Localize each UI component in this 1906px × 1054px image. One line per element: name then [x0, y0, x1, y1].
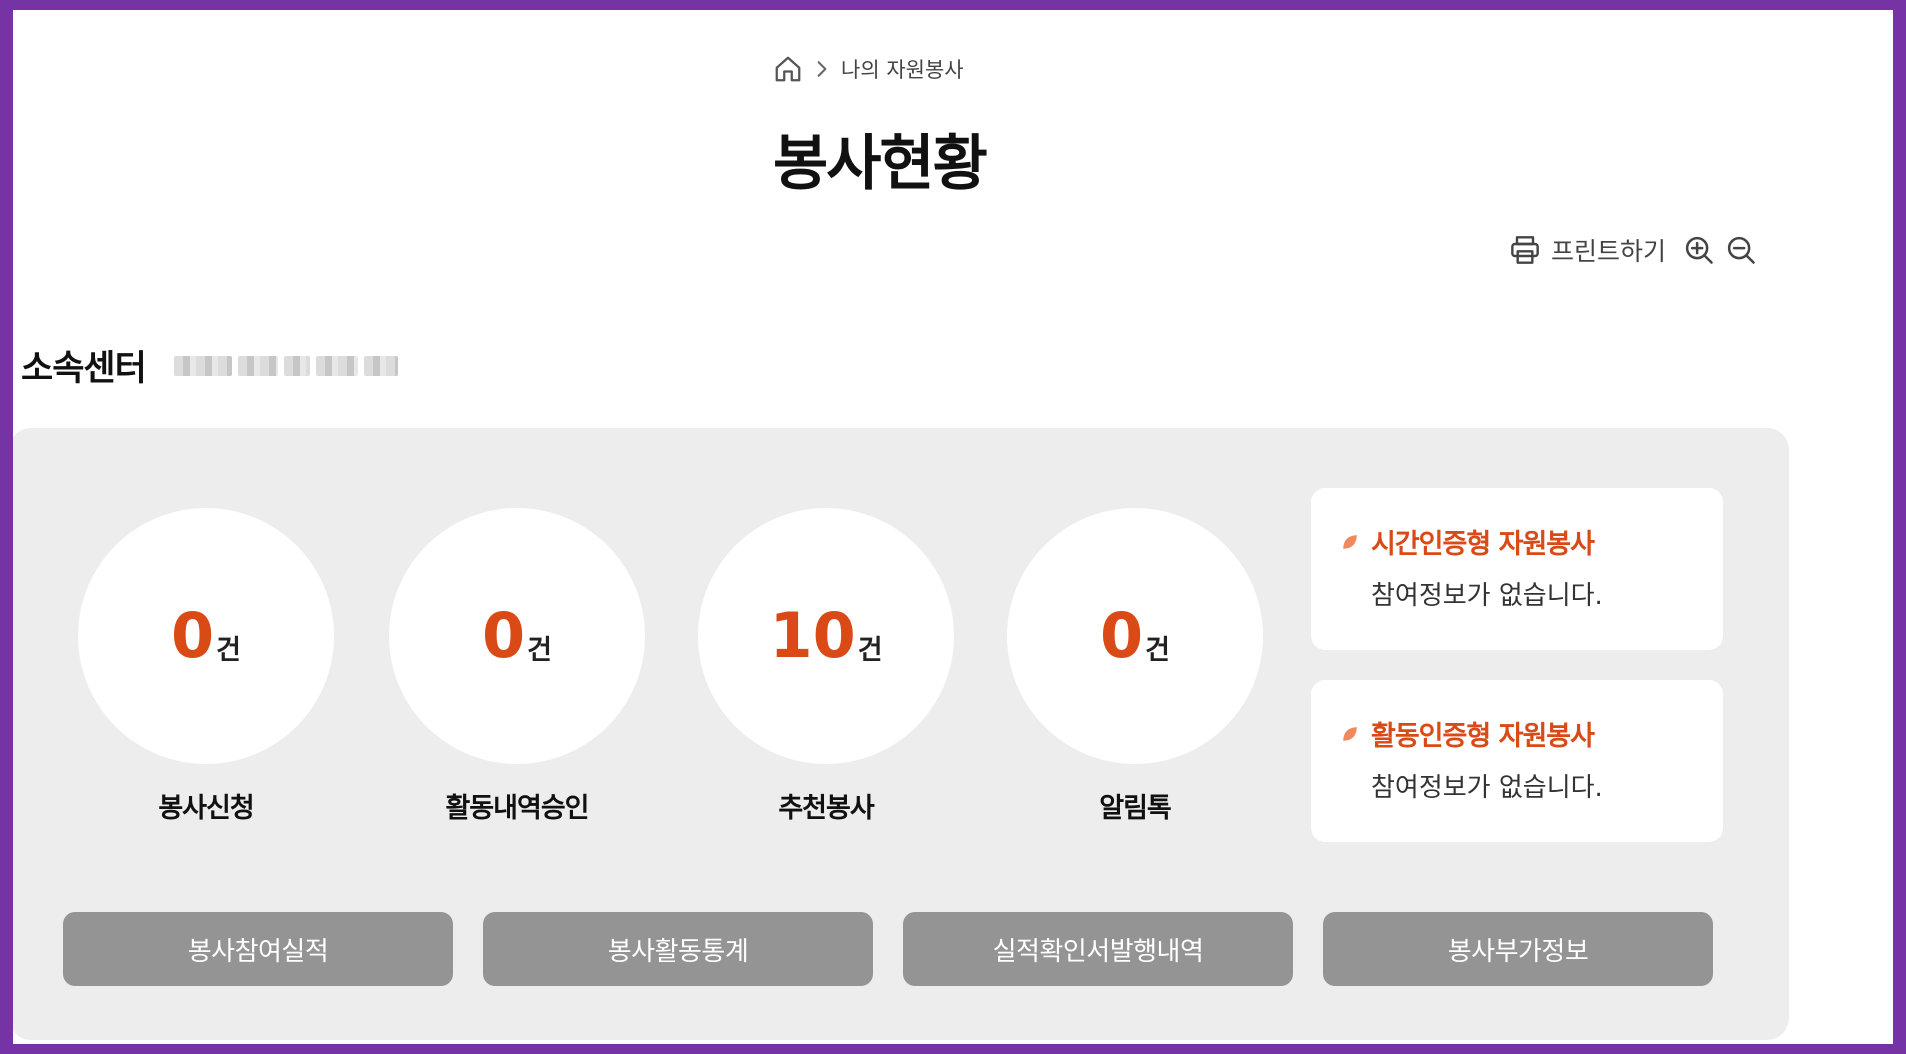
action-buttons: 봉사참여실적 봉사활동통계 실적확인서발행내역 봉사부가정보 — [63, 912, 1713, 986]
additional-info-button[interactable]: 봉사부가정보 — [1323, 912, 1713, 986]
stat-notification[interactable]: 0 건 알림톡 — [1007, 508, 1263, 825]
breadcrumb-current[interactable]: 나의 자원봉사 — [841, 54, 964, 84]
stat-label: 알림톡 — [1099, 793, 1172, 824]
stat-circle: 0 건 — [78, 508, 334, 764]
info-card-title: 활동인증형 자원봉사 — [1371, 721, 1595, 752]
stat-unit: 건 — [1145, 635, 1170, 666]
stat-unit: 건 — [857, 635, 883, 666]
info-card-title: 시간인증형 자원봉사 — [1371, 529, 1595, 560]
stat-value: 0 — [1100, 599, 1144, 672]
activity-statistics-button[interactable]: 봉사활동통계 — [483, 912, 873, 986]
certificate-history-button[interactable]: 실적확인서발행내역 — [903, 912, 1293, 986]
participation-record-button[interactable]: 봉사참여실적 — [63, 912, 453, 986]
info-card-body: 참여정보가 없습니다. — [1371, 773, 1603, 803]
info-card-body: 참여정보가 없습니다. — [1371, 581, 1603, 611]
stat-circle: 10 건 — [698, 508, 954, 764]
stat-value: 0 — [482, 599, 526, 672]
stat-application[interactable]: 0 건 봉사신청 — [78, 508, 334, 825]
home-icon[interactable] — [773, 54, 803, 84]
info-card-activity-certified[interactable]: 활동인증형 자원봉사 참여정보가 없습니다. — [1311, 680, 1723, 842]
chevron-right-icon — [815, 60, 829, 78]
zoom-in-icon[interactable] — [1684, 235, 1714, 265]
stat-label: 활동내역승인 — [445, 793, 589, 824]
stat-value: 0 — [171, 599, 215, 672]
page-tools: 프린트하기 — [1509, 232, 1756, 268]
stat-circle: 0 건 — [389, 508, 645, 764]
print-label: 프린트하기 — [1551, 237, 1667, 266]
stat-label: 봉사신청 — [158, 793, 254, 824]
printer-icon — [1509, 234, 1541, 266]
leaf-icon — [1341, 725, 1359, 743]
stat-recommended[interactable]: 10 건 추천봉사 — [698, 508, 954, 825]
stat-unit: 건 — [527, 635, 552, 666]
affiliated-center: 소속센터 — [21, 340, 398, 391]
stat-activity-approval[interactable]: 0 건 활동내역승인 — [389, 508, 645, 825]
center-value-blurred — [173, 355, 398, 376]
print-button[interactable]: 프린트하기 — [1509, 232, 1666, 268]
center-label: 소속센터 — [21, 349, 147, 389]
stat-circle: 0 건 — [1007, 508, 1263, 764]
zoom-out-icon[interactable] — [1726, 235, 1756, 265]
page-frame: 나의 자원봉사 봉사현황 프린트하기 소속센터 0 건 봉사신청 0 건 활동내… — [0, 0, 1906, 1054]
breadcrumb: 나의 자원봉사 — [773, 54, 964, 84]
stat-label: 추천봉사 — [778, 793, 874, 824]
leaf-icon — [1341, 533, 1359, 551]
info-card-time-certified[interactable]: 시간인증형 자원봉사 참여정보가 없습니다. — [1311, 488, 1723, 650]
page-title: 봉사현황 — [773, 129, 988, 199]
stat-value: 10 — [769, 599, 856, 672]
status-panel: 0 건 봉사신청 0 건 활동내역승인 10 건 추천봉사 0 건 알림톡 시간… — [13, 428, 1789, 1040]
stat-unit: 건 — [216, 635, 241, 666]
